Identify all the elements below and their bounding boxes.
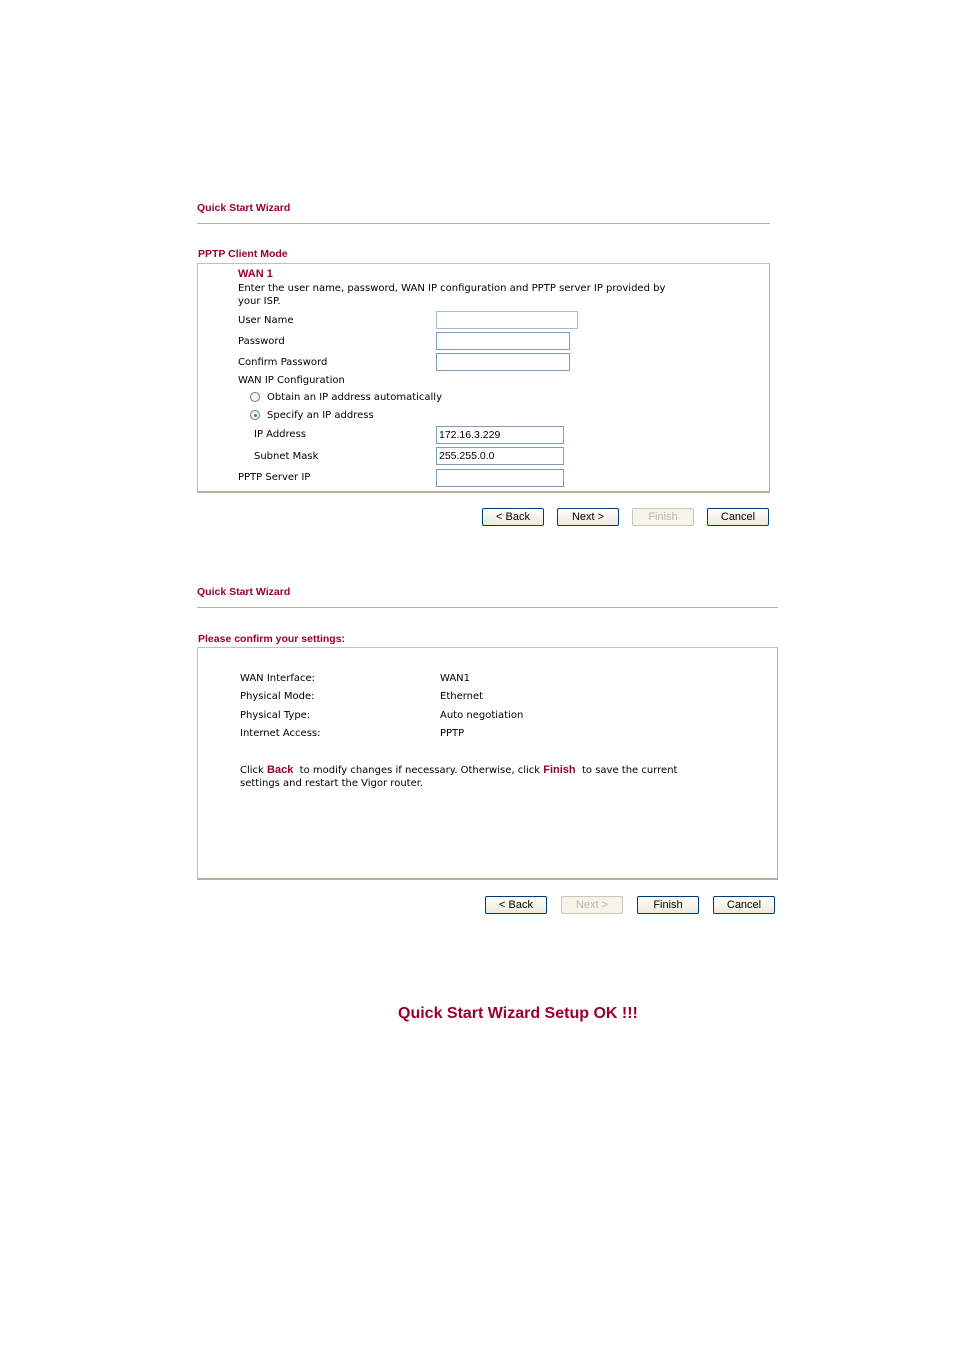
note-text: Click [240,765,268,776]
radio-specify-ip-address[interactable] [250,410,260,420]
title-divider [197,223,770,224]
back-button-confirm[interactable]: < Back [485,896,547,914]
subnet-mask-input[interactable] [436,447,564,465]
confirm-note-line-1: Click Back to modify changes if necessar… [240,764,677,776]
setting-label-physical-mode: Physical Mode: [240,691,315,702]
section-title-confirm-settings: Please confirm your settings: [198,633,346,645]
radio-obtain-ip-automatically[interactable] [250,392,260,402]
cancel-button-confirm[interactable]: Cancel [713,896,775,914]
setting-label-wan-interface: WAN Interface: [240,673,315,684]
ip-address-label: IP Address [254,429,306,440]
section-title-pptp-client-mode: PPTP Client Mode [198,248,288,260]
setting-value-physical-mode: Ethernet [440,691,484,702]
confirm-password-input[interactable] [436,353,570,371]
radio-specify-ip-label: Specify an IP address [267,410,374,421]
next-button-disabled: Next > [561,896,623,914]
radio-obtain-ip-label: Obtain an IP address automatically [267,392,443,403]
back-button[interactable]: < Back [482,508,544,526]
note-back-keyword: Back [267,764,294,776]
next-button[interactable]: Next > [557,508,619,526]
pptp-server-ip-input[interactable] [436,469,564,487]
wan-heading: WAN 1 [238,268,273,280]
confirm-password-label: Confirm Password [238,357,328,368]
setting-label-physical-type: Physical Type: [240,710,311,721]
setting-value-physical-type: Auto negotiation [440,710,524,721]
pptp-server-ip-label: PPTP Server IP [238,472,311,483]
wan-ip-configuration-label: WAN IP Configuration [238,375,345,386]
instructions-line-2: your ISP. [238,296,281,307]
password-input[interactable] [436,332,570,350]
setup-ok-message: Quick Start Wizard Setup OK !!! [398,1005,638,1022]
confirm-note-line-2: settings and restart the Vigor router. [240,778,424,789]
note-text: to modify changes if necessary. Otherwis… [293,765,544,776]
setting-value-wan-interface: WAN1 [440,673,471,684]
note-finish-keyword: Finish [543,764,576,776]
setting-value-internet-access: PPTP [440,728,465,739]
password-label: Password [238,336,285,347]
finish-button[interactable]: Finish [637,896,699,914]
finish-button-disabled: Finish [632,508,694,526]
setting-label-internet-access: Internet Access: [240,728,321,739]
instructions-line-1: Enter the user name, password, WAN IP co… [238,283,666,294]
wizard-title: Quick Start Wizard [197,202,291,214]
cancel-button[interactable]: Cancel [707,508,769,526]
subnet-mask-label: Subnet Mask [254,451,319,462]
wizard-title-confirm: Quick Start Wizard [197,586,291,598]
user-name-label: User Name [238,315,294,326]
user-name-input[interactable] [436,311,578,329]
title-divider-confirm [197,607,778,608]
note-text: to save the current [575,765,678,776]
ip-address-input[interactable] [436,426,564,444]
